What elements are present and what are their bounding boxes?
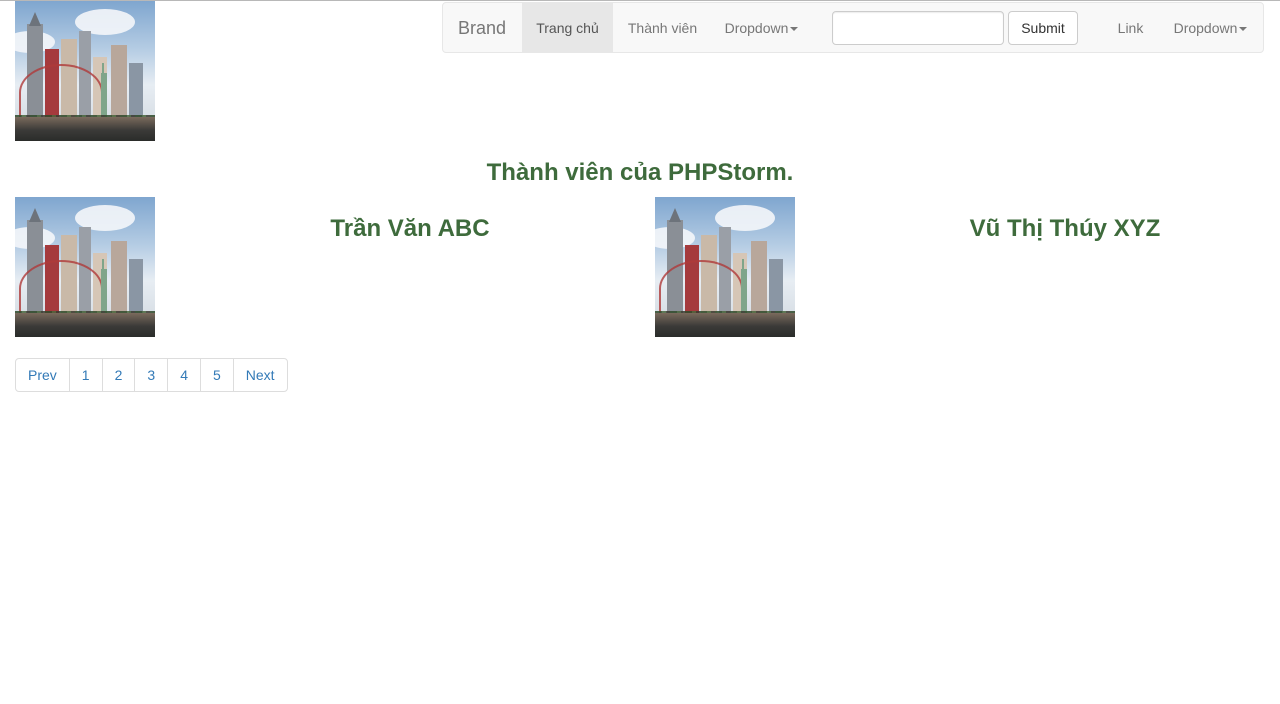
nav-item-dropdown[interactable]: Dropdown — [712, 3, 811, 53]
submit-button[interactable]: Submit — [1008, 11, 1078, 45]
nav-item-label: Thành viên — [627, 20, 698, 36]
pagination-page-2[interactable]: 2 — [101, 358, 136, 392]
pagination-page-1[interactable]: 1 — [68, 358, 103, 392]
caret-down-icon — [1239, 27, 1248, 32]
pagination-prev[interactable]: Prev — [15, 358, 70, 392]
nav-item-label: Trang chủ — [536, 20, 599, 36]
header-city-image — [15, 1, 155, 141]
nav-item-thanh-vien[interactable]: Thành viên — [613, 3, 712, 53]
nav-item-label: Dropdown — [724, 20, 789, 36]
member-photo — [15, 197, 155, 337]
pagination: Prev 1 2 3 4 5 Next — [15, 358, 288, 392]
member-name: Trần Văn ABC — [330, 215, 490, 242]
search-input[interactable] — [832, 11, 1004, 45]
nav-item-trang-chu[interactable]: Trang chủ — [522, 3, 613, 53]
navbar-brand[interactable]: Brand — [458, 3, 506, 53]
pagination-page-3[interactable]: 3 — [134, 358, 169, 392]
pagination-next[interactable]: Next — [232, 358, 288, 392]
member-photo — [655, 197, 795, 337]
nav-item-dropdown-right[interactable]: Dropdown — [1159, 3, 1262, 53]
caret-down-icon — [790, 27, 799, 32]
pagination-page-4[interactable]: 4 — [167, 358, 201, 392]
nav-item-link[interactable]: Link — [1103, 3, 1158, 53]
pagination-page-5[interactable]: 5 — [199, 358, 234, 392]
member-name: Vũ Thị Thúy XYZ — [969, 215, 1161, 242]
nav-item-label: Dropdown — [1173, 20, 1238, 36]
nav-item-label: Link — [1117, 20, 1144, 36]
page-title: Thành viên của PHPStorm. — [486, 159, 794, 186]
navbar: Brand Trang chủ Thành viên Dropdown Subm… — [442, 2, 1264, 53]
